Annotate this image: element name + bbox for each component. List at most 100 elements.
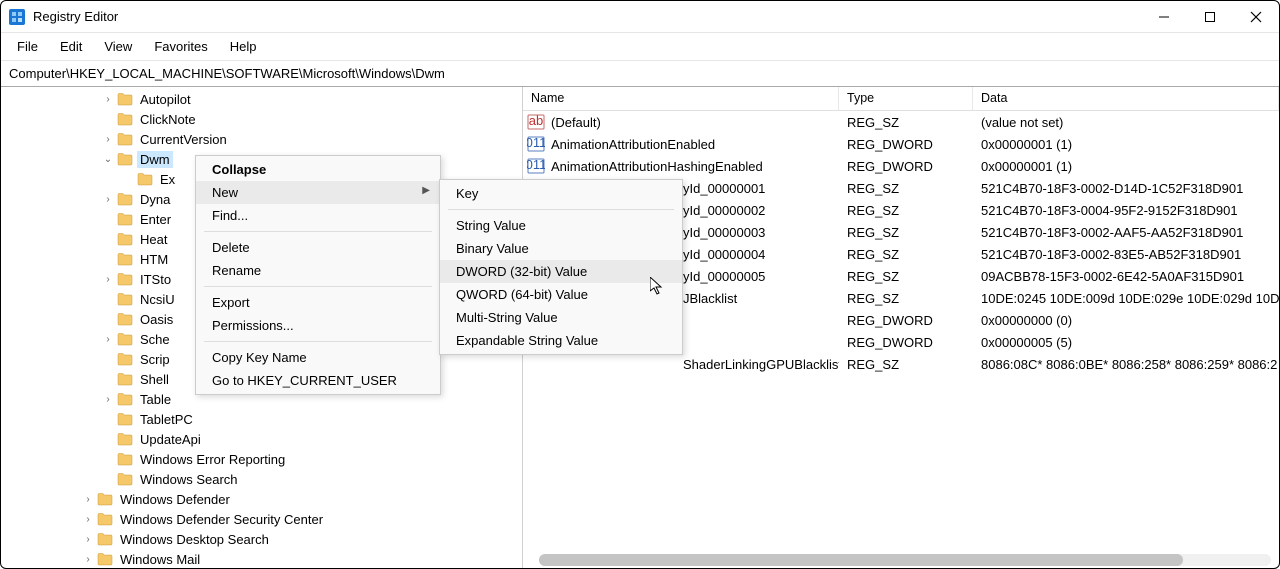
tree-item[interactable]: ›Windows Defender [1,489,522,509]
tree-item-label: Windows Desktop Search [117,531,272,548]
menu-bar: File Edit View Favorites Help [1,33,1279,61]
ctx-new-qword[interactable]: QWORD (64-bit) Value [440,283,682,306]
chevron-down-icon[interactable]: ⌄ [101,154,115,165]
tree-item[interactable]: › Windows Desktop Search [1,529,522,549]
ctx-rename[interactable]: Rename [196,259,440,282]
context-menu-key: Collapse New ▶ Find... Delete Rename Exp… [195,155,441,395]
chevron-right-icon[interactable]: › [101,394,115,405]
value-type: REG_SZ [839,115,973,130]
chevron-right-icon[interactable]: › [81,514,95,525]
ctx-new-expandstring[interactable]: Expandable String Value [440,329,682,352]
menu-file[interactable]: File [7,35,48,58]
folder-icon [117,432,133,446]
menu-favorites[interactable]: Favorites [144,35,217,58]
menu-edit[interactable]: Edit [50,35,92,58]
value-type: REG_DWORD [839,335,973,350]
chevron-right-icon[interactable]: › [101,334,115,345]
tree-item[interactable]: Windows Error Reporting [1,449,522,469]
tree-item[interactable]: ›CurrentVersion [1,129,522,149]
value-type: REG_DWORD [839,159,973,174]
tree-item[interactable]: UpdateApi [1,429,522,449]
context-menu-new: Key String Value Binary Value DWORD (32-… [439,179,683,355]
maximize-button[interactable] [1187,1,1233,32]
scrollbar-thumb[interactable] [539,554,1183,566]
chevron-right-icon[interactable]: › [81,494,95,505]
ctx-new-multistring[interactable]: Multi-String Value [440,306,682,329]
folder-icon [117,252,133,266]
tree-item-label: Sche [137,331,173,348]
folder-icon [117,452,133,466]
menu-help[interactable]: Help [220,35,267,58]
address-bar[interactable]: Computer\HKEY_LOCAL_MACHINE\SOFTWARE\Mic… [1,61,1279,87]
tree-item-label: Windows Mail [117,551,203,568]
tree-item-label: Ex [157,171,178,188]
tree-item[interactable]: Windows Search [1,469,522,489]
folder-icon [117,112,133,126]
tree-item[interactable]: ClickNote [1,109,522,129]
window-title: Registry Editor [33,9,1141,24]
value-name: yId_00000005 [683,269,765,284]
value-data: 521C4B70-18F3-0002-83E5-AB52F318D901 [973,247,1279,262]
value-data: 521C4B70-18F3-0004-95F2-9152F318D901 [973,203,1279,218]
value-row[interactable]: abShaderLinkingGPUBlacklistREG_SZ8086:08… [523,353,1279,375]
folder-icon [117,232,133,246]
ctx-new-binary[interactable]: Binary Value [440,237,682,260]
ctx-delete[interactable]: Delete [196,236,440,259]
tree-item[interactable]: ›Autopilot [1,89,522,109]
folder-icon [117,192,133,206]
col-data[interactable]: Data [973,87,1279,110]
address-text: Computer\HKEY_LOCAL_MACHINE\SOFTWARE\Mic… [9,66,445,81]
value-name: yId_00000002 [683,203,765,218]
col-type[interactable]: Type [839,87,973,110]
value-type: REG_SZ [839,225,973,240]
menu-view[interactable]: View [94,35,142,58]
value-row[interactable]: 011AnimationAttributionHashingEnabledREG… [523,155,1279,177]
ctx-collapse[interactable]: Collapse [196,158,440,181]
tree-item-label: TabletPC [137,411,196,428]
tree-item-label: Windows Search [137,471,241,488]
ctx-copy-key-name[interactable]: Copy Key Name [196,346,440,369]
folder-icon [117,412,133,426]
folder-icon [117,132,133,146]
chevron-right-icon[interactable]: › [81,554,95,565]
ctx-separator [448,209,674,210]
value-name: (Default) [551,115,601,130]
horizontal-scrollbar[interactable] [539,554,1271,566]
ctx-new[interactable]: New ▶ [196,181,440,204]
value-row[interactable]: 011AnimationAttributionEnabledREG_DWORD0… [523,133,1279,155]
value-name: yId_00000004 [683,247,765,262]
value-name: JBlacklist [683,291,737,306]
list-header: Name Type Data [523,87,1279,111]
chevron-right-icon[interactable]: › [101,194,115,205]
tree-item[interactable]: › Windows Mail [1,549,522,568]
close-button[interactable] [1233,1,1279,32]
ctx-find[interactable]: Find... [196,204,440,227]
value-type: REG_SZ [839,357,973,372]
chevron-right-icon[interactable]: › [101,274,115,285]
ctx-new-label: New [212,185,238,200]
tree-item[interactable]: TabletPC [1,409,522,429]
binary-value-icon: 011 [527,135,545,153]
tree-item-label: Oasis [137,311,176,328]
chevron-right-icon[interactable]: › [101,94,115,105]
binary-value-icon: 011 [527,157,545,175]
folder-icon [117,212,133,226]
chevron-right-icon[interactable]: › [101,134,115,145]
ctx-new-dword[interactable]: DWORD (32-bit) Value [440,260,682,283]
ctx-go-hkcu[interactable]: Go to HKEY_CURRENT_USER [196,369,440,392]
value-type: REG_SZ [839,269,973,284]
chevron-right-icon[interactable]: › [81,534,95,545]
ctx-permissions[interactable]: Permissions... [196,314,440,337]
ctx-export[interactable]: Export [196,291,440,314]
value-data: (value not set) [973,115,1279,130]
minimize-button[interactable] [1141,1,1187,32]
ctx-new-key[interactable]: Key [440,182,682,205]
folder-icon [117,472,133,486]
ctx-new-string[interactable]: String Value [440,214,682,237]
folder-icon [117,292,133,306]
value-data: 0x00000005 (5) [973,335,1279,350]
tree-item[interactable]: ›Windows Defender Security Center [1,509,522,529]
col-name[interactable]: Name [523,87,839,110]
folder-icon [97,552,113,566]
value-row[interactable]: ab(Default)REG_SZ(value not set) [523,111,1279,133]
